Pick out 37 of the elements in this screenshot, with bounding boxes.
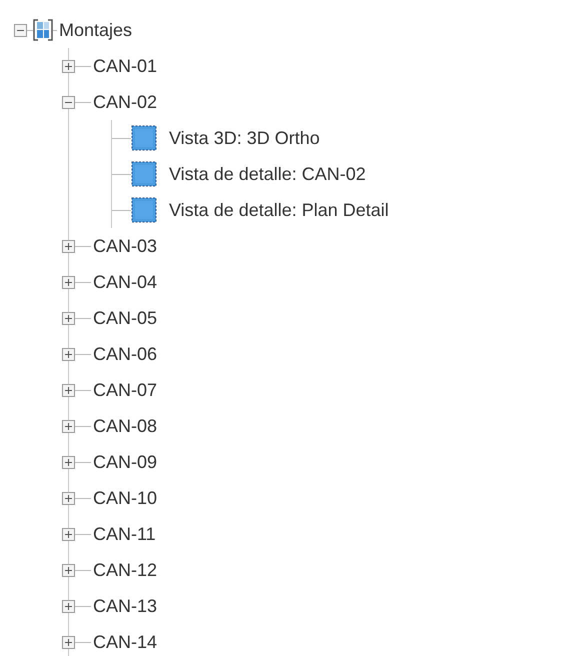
tree-item-label[interactable]: CAN-12 — [91, 556, 160, 584]
tree-item-label[interactable]: CAN-03 — [91, 232, 160, 260]
tree-item-label[interactable]: Vista de detalle: Plan Detail — [167, 196, 391, 224]
collapse-icon[interactable] — [62, 96, 75, 108]
tree-item-label[interactable]: CAN-13 — [91, 592, 160, 620]
expand-icon[interactable] — [62, 384, 75, 396]
expand-icon[interactable] — [62, 492, 75, 504]
tree-item-label[interactable]: CAN-01 — [91, 52, 160, 80]
tree-item-label[interactable]: Montajes — [57, 16, 134, 44]
tree-item-label[interactable]: CAN-04 — [91, 268, 160, 296]
expand-icon[interactable] — [62, 276, 75, 288]
expand-icon[interactable] — [62, 348, 75, 360]
expand-icon[interactable] — [62, 528, 75, 540]
view-icon — [131, 125, 157, 151]
view-icon — [131, 161, 157, 187]
view-icon — [131, 197, 157, 223]
tree-item-label[interactable]: Vista de detalle: CAN-02 — [167, 160, 368, 188]
expand-icon[interactable] — [62, 456, 75, 468]
tree-item-label[interactable]: CAN-10 — [91, 484, 160, 512]
expand-icon[interactable] — [62, 60, 75, 72]
tree-item-label[interactable]: CAN-02 — [91, 88, 160, 116]
assembly-icon — [33, 19, 53, 41]
tree-item-label[interactable]: CAN-07 — [91, 376, 160, 404]
expand-icon[interactable] — [62, 636, 75, 648]
expand-icon[interactable] — [62, 600, 75, 612]
expand-icon[interactable] — [62, 312, 75, 324]
expand-icon[interactable] — [62, 240, 75, 252]
tree-item-label[interactable]: CAN-09 — [91, 448, 160, 476]
tree-item-label[interactable]: CAN-14 — [91, 628, 160, 656]
expand-icon[interactable] — [62, 564, 75, 576]
collapse-icon[interactable] — [14, 24, 27, 36]
tree-item-label[interactable]: Vista 3D: 3D Ortho — [167, 124, 322, 152]
tree-item-label[interactable]: CAN-06 — [91, 340, 160, 368]
tree-item-label[interactable]: CAN-08 — [91, 412, 160, 440]
tree-item-label[interactable]: CAN-05 — [91, 304, 160, 332]
expand-icon[interactable] — [62, 420, 75, 432]
tree-item-label[interactable]: CAN-11 — [91, 520, 158, 548]
